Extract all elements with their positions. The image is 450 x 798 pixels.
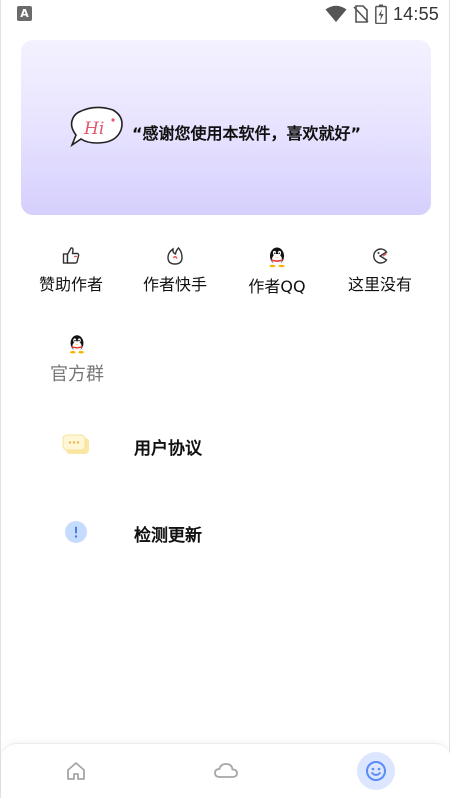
- list-item-label: 检测更新: [134, 526, 202, 546]
- battery-icon: [375, 4, 387, 24]
- grid-item-label: 这里没有: [347, 275, 412, 294]
- status-icons: 14:55: [325, 2, 439, 26]
- app-screen: A 14:55 Hi “感谢您使用本软件，喜欢就好” 赞助作者 作者快手 作者Q…: [0, 0, 450, 798]
- nav-cloud-button[interactable]: [207, 752, 245, 790]
- notification-icon: A: [17, 6, 32, 21]
- home-icon: [67, 762, 85, 780]
- clock: 14:55: [392, 3, 439, 24]
- qq-penguin-icon: [70, 335, 84, 354]
- thumbs-up-icon: [62, 247, 80, 264]
- grid-item-label: 赞助作者: [38, 275, 103, 294]
- grid-item-label: 官方群: [50, 364, 104, 385]
- grid-item-label: 作者快手: [142, 275, 207, 294]
- grid-item-kuaishou[interactable]: 作者快手: [130, 246, 220, 295]
- no-sim-icon: [353, 5, 369, 23]
- welcome-banner: Hi “感谢您使用本软件，喜欢就好”: [21, 40, 431, 215]
- nav-home-button[interactable]: [57, 752, 95, 790]
- smiley-icon: [366, 761, 386, 781]
- pacman-icon: [373, 248, 388, 264]
- chat-bubble-icon: [62, 434, 89, 454]
- banner-quote: “感谢您使用本软件，喜欢就好”: [132, 124, 362, 143]
- bubble-text: Hi: [83, 119, 104, 139]
- bottom-navigation: [1, 743, 450, 798]
- wifi-icon: [325, 5, 347, 22]
- cloud-icon: [214, 763, 238, 778]
- qq-penguin-icon: [269, 247, 285, 268]
- list-item-user-agreement[interactable]: 用户协议: [1, 420, 450, 470]
- grid-item-qq[interactable]: 作者QQ: [232, 246, 322, 297]
- list-item-check-update[interactable]: 检测更新: [1, 507, 450, 557]
- grid-item-nothing-here[interactable]: 这里没有: [335, 246, 425, 295]
- status-bar: A 14:55: [1, 0, 450, 28]
- kuaishou-icon: [167, 246, 183, 265]
- grid-item-sponsor[interactable]: 赞助作者: [26, 246, 116, 295]
- hi-speech-bubble-icon: Hi: [70, 106, 123, 148]
- grid-item-official-group[interactable]: 官方群: [32, 333, 122, 386]
- list-item-label: 用户协议: [134, 439, 202, 459]
- grid-item-label: 作者QQ: [248, 277, 306, 296]
- info-circle-icon: [65, 521, 87, 543]
- nav-profile-button[interactable]: [357, 752, 395, 790]
